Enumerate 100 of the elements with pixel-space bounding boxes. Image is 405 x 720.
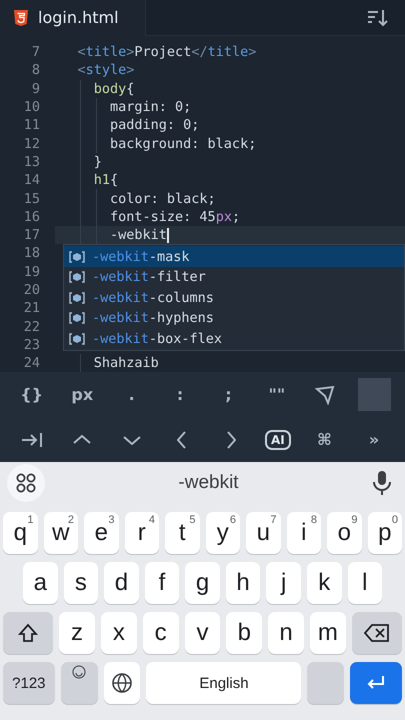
tab-arrow-icon [20, 432, 43, 448]
line-number: 19 [22, 264, 40, 280]
symbol-key[interactable]: px [65, 381, 100, 408]
file-tab[interactable]: login.html [0, 0, 146, 36]
letter-key[interactable]: a [23, 562, 58, 604]
ai-button[interactable]: AI [265, 430, 291, 450]
letter-key[interactable]: c [142, 612, 179, 654]
down-chevron-icon [123, 434, 142, 445]
line-number: 8 [30, 62, 40, 78]
property-icon [69, 292, 85, 304]
text-cursor [166, 228, 169, 243]
code-line: -webkit [109, 227, 167, 244]
code-line: } [92, 154, 102, 170]
enter-key[interactable] [350, 662, 402, 704]
line-number: 24 [22, 355, 40, 372]
file-name: login.html [38, 8, 119, 27]
suggestion-item[interactable]: -webkit-hyphens [64, 308, 404, 328]
code-line: Shahzaib [92, 355, 159, 372]
letter-key[interactable]: f [144, 562, 180, 604]
space-key[interactable]: English [146, 662, 302, 704]
word-suggestion[interactable]: -webkit [178, 472, 239, 494]
suggestion-item[interactable]: -webkit-filter [64, 266, 404, 288]
mode-key[interactable]: ?123 [3, 662, 55, 704]
letter-key[interactable]: v [184, 612, 220, 654]
symbol-key[interactable]: : [164, 381, 196, 408]
letter-key[interactable]: m [310, 612, 346, 654]
letter-key[interactable]: x [100, 612, 137, 654]
microphone-icon[interactable] [372, 470, 392, 496]
line-number: 12 [22, 136, 40, 152]
property-icon [69, 250, 85, 263]
backspace-icon [364, 623, 390, 643]
backspace-key[interactable] [352, 612, 402, 654]
suggestion-item[interactable]: -webkit-mask [64, 246, 404, 267]
letter-key[interactable]: h [226, 562, 260, 604]
key-digit-hint: 6 [230, 514, 236, 526]
key-digit-hint: 1 [27, 514, 34, 526]
suggestion-item[interactable]: -webkit-box-flex [64, 328, 404, 349]
suggestion-item[interactable]: -webkit-columns [64, 287, 404, 308]
symbol-key[interactable]: ; [212, 381, 244, 408]
code-line: background: black; [109, 136, 256, 152]
globe-icon [111, 672, 134, 694]
line-number: 23 [22, 336, 40, 353]
line-number: 15 [22, 190, 40, 207]
code-line: font-size: 45px; [109, 208, 240, 225]
grid-icon [15, 472, 37, 494]
emoji-icon [72, 665, 86, 679]
symbol-key[interactable]: "" [260, 381, 293, 408]
key-digit-hint: 5 [189, 514, 196, 526]
symbol-key[interactable]: ⌘ [308, 426, 340, 454]
line-number: 13 [22, 154, 40, 170]
line-number: 9 [30, 80, 40, 97]
key-digit-hint: 9 [351, 514, 358, 526]
apps-button[interactable] [7, 464, 45, 502]
property-icon [69, 312, 85, 324]
line-number: 18 [22, 245, 40, 262]
left-chevron-icon [176, 430, 187, 449]
property-icon [69, 332, 85, 345]
code-line: h1{ [92, 172, 118, 188]
shift-key[interactable] [3, 612, 54, 654]
line-number: 20 [22, 282, 40, 298]
code-line: <style> [76, 62, 134, 78]
code-line: color: black; [109, 190, 216, 207]
letter-key[interactable]: g [185, 562, 220, 604]
line-number: 22 [22, 318, 40, 335]
code-line: margin: 0; [109, 99, 192, 116]
html5-icon [14, 10, 28, 26]
key-digit-hint: 3 [108, 514, 114, 526]
line-number: 14 [22, 172, 40, 188]
key-digit-hint: 7 [270, 514, 276, 526]
sort-icon [367, 8, 389, 28]
symbol-key[interactable]: . [116, 381, 148, 408]
letter-key[interactable]: k [306, 562, 342, 604]
code-line: body{ [92, 80, 134, 97]
line-number: 17 [22, 227, 40, 244]
letter-key[interactable]: b [226, 612, 262, 654]
key-digit-hint: 8 [310, 514, 317, 526]
globe-key[interactable] [104, 662, 140, 704]
letter-key[interactable]: s [64, 562, 98, 604]
key-digit-hint: 4 [148, 514, 155, 526]
letter-key[interactable]: z [59, 612, 95, 654]
line-number: 21 [22, 300, 40, 316]
symbol-key[interactable]: » [358, 426, 390, 454]
symbol-key[interactable]: {} [14, 381, 49, 408]
letter-key[interactable]: j [266, 562, 301, 604]
right-chevron-icon [226, 430, 236, 449]
property-icon [69, 271, 85, 284]
letter-key[interactable]: n [268, 612, 304, 654]
line-number: 16 [22, 208, 40, 225]
letter-key[interactable]: d [104, 562, 139, 604]
up-chevron-icon [73, 434, 92, 445]
key-digit-hint: 2 [68, 514, 74, 526]
code-line: padding: 0; [109, 117, 200, 134]
line-number: 7 [30, 44, 40, 60]
shift-icon [17, 622, 40, 644]
line-number: 11 [22, 117, 40, 134]
send-icon [315, 384, 336, 405]
letter-key[interactable]: l [348, 562, 382, 604]
code-line: <title>Project</title> [76, 44, 256, 60]
key-digit-hint: 0 [392, 514, 398, 526]
emoji-key[interactable] [60, 662, 98, 704]
